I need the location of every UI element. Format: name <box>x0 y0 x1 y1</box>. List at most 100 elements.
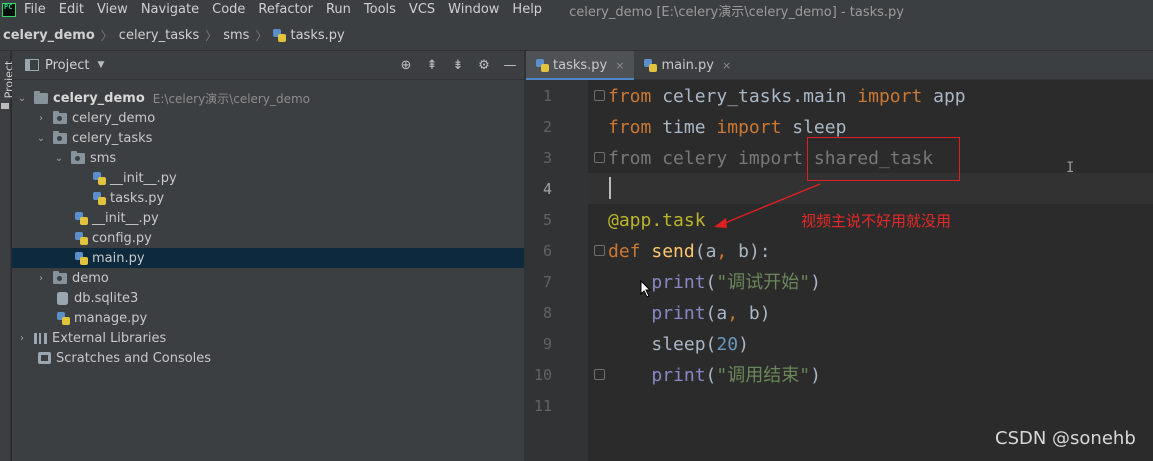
fold-marker-icon[interactable] <box>594 245 605 256</box>
package-folder-icon <box>53 270 67 284</box>
pycharm-logo-icon: PC <box>2 3 16 17</box>
breadcrumb-item-tasks-py[interactable]: tasks.py <box>273 28 345 43</box>
code-token: ) <box>810 272 821 293</box>
breadcrumb-item-celery-tasks[interactable]: celery_tasks <box>119 28 199 43</box>
close-icon[interactable]: × <box>615 59 624 72</box>
fold-marker-icon[interactable] <box>594 369 605 380</box>
menu-navigate[interactable]: Navigate <box>141 0 199 20</box>
code-line: @app.task <box>608 205 706 236</box>
menu-help[interactable]: Help <box>512 0 542 20</box>
code-token: print <box>651 303 706 324</box>
code-token: def <box>608 241 641 262</box>
menu-file[interactable]: File <box>24 0 46 20</box>
text-caret <box>609 177 611 199</box>
chevron-down-icon[interactable]: ⌄ <box>35 133 47 144</box>
code-token: ): <box>748 241 771 262</box>
menu-bar: PC File Edit View Navigate Code Refactor… <box>0 0 1153 20</box>
python-file-icon <box>93 171 106 185</box>
mouse-pointer-icon <box>640 280 652 298</box>
menu-window[interactable]: Window <box>448 0 499 20</box>
tree-item-path: E:\celery演示\celery_demo <box>152 91 310 106</box>
tree-item-label: celery_tasks <box>72 130 153 146</box>
tree-item-sms-init[interactable]: __init__.py <box>12 168 524 188</box>
code-token: ( <box>694 241 706 262</box>
tree-item-manage-py[interactable]: manage.py <box>12 308 524 328</box>
tree-item-demo[interactable]: › demo <box>12 268 524 288</box>
menu-tools[interactable]: Tools <box>364 0 396 20</box>
code-line: print(a, b) <box>608 298 770 329</box>
tree-item-sms[interactable]: ⌄ sms <box>12 148 524 168</box>
chevron-down-icon[interactable]: ▼ <box>97 60 104 70</box>
line-number: 11 <box>533 397 552 415</box>
collapse-all-icon[interactable]: ⇟ <box>450 58 466 73</box>
folder-icon <box>34 90 48 104</box>
code-token: app <box>922 86 966 107</box>
tree-item-label: celery_demo <box>53 90 145 106</box>
code-token: print <box>651 365 706 386</box>
code-token: , <box>727 303 739 324</box>
tree-item-celery-demo-root[interactable]: ⌄ celery_demo E:\celery演示\celery_demo <box>12 88 524 108</box>
chevron-down-icon[interactable]: ⌄ <box>53 153 65 164</box>
tree-item-main-py[interactable]: main.py <box>12 248 524 268</box>
chevron-right-icon[interactable]: › <box>35 113 47 124</box>
tree-item-celery-tasks-init[interactable]: __init__.py <box>12 208 524 228</box>
tree-item-celery-tasks[interactable]: ⌄ celery_tasks <box>12 128 524 148</box>
tab-label: tasks.py <box>553 58 608 73</box>
tree-item-scratches[interactable]: Scratches and Consoles <box>12 348 524 368</box>
expand-all-icon[interactable]: ⇞ <box>424 58 440 73</box>
chevron-right-icon[interactable]: › <box>35 273 47 284</box>
tree-item-config-py[interactable]: config.py <box>12 228 524 248</box>
tree-item-external-libraries[interactable]: › External Libraries <box>12 328 524 348</box>
libraries-icon <box>34 332 47 344</box>
line-number: 2 <box>542 118 552 136</box>
breadcrumb-item-project[interactable]: celery_demo <box>3 28 95 43</box>
close-icon[interactable]: × <box>722 59 731 72</box>
gear-icon[interactable]: ⚙ <box>476 58 492 73</box>
tree-item-db-sqlite3[interactable]: db.sqlite3 <box>12 288 524 308</box>
menu-run[interactable]: Run <box>326 0 351 20</box>
line-number: 4 <box>542 180 552 198</box>
menu-edit[interactable]: Edit <box>59 0 84 20</box>
hide-panel-icon[interactable]: — <box>502 58 518 73</box>
package-folder-icon <box>53 110 67 124</box>
database-file-icon <box>57 291 68 305</box>
tree-item-celery-demo-pkg[interactable]: › celery_demo <box>12 108 524 128</box>
fold-marker-icon[interactable] <box>594 152 605 163</box>
code-token: ( <box>705 365 717 386</box>
code-token: from <box>608 86 652 107</box>
breadcrumb-item-sms[interactable]: sms <box>223 28 249 43</box>
tab-main-py[interactable]: main.py × <box>634 51 741 80</box>
code-token: 20 <box>716 334 739 355</box>
tab-label: main.py <box>661 58 714 73</box>
code-token: "调用结束" <box>716 365 811 386</box>
project-view-icon <box>25 59 39 71</box>
python-file-icon <box>93 191 106 205</box>
python-file-icon <box>273 28 287 42</box>
python-file-icon <box>57 311 70 325</box>
breadcrumb: celery_demo 〉 celery_tasks 〉 sms 〉 tasks… <box>0 20 1153 51</box>
code-token: @app.task <box>608 210 706 231</box>
code-token: ) <box>810 365 821 386</box>
menu-vcs[interactable]: VCS <box>409 0 435 20</box>
code-line: from celery_tasks.main import app <box>608 81 966 112</box>
code-token: "调试开始" <box>716 272 811 293</box>
menu-refactor[interactable]: Refactor <box>258 0 313 20</box>
project-panel-header: Project ▼ ⊕ ⇞ ⇟ ⚙ — <box>12 51 524 80</box>
editor-tab-bar: tasks.py × main.py × <box>526 51 1153 81</box>
code-line: print("调用结束") <box>608 360 821 391</box>
menu-view[interactable]: View <box>97 0 128 20</box>
chevron-down-icon[interactable]: ⌄ <box>16 93 28 104</box>
project-panel-title[interactable]: Project <box>45 58 89 73</box>
menu-code[interactable]: Code <box>212 0 245 20</box>
code-token: ) <box>738 334 749 355</box>
fold-marker-icon[interactable] <box>594 90 605 101</box>
chevron-right-icon[interactable]: › <box>16 333 28 344</box>
annotation-highlight-box <box>807 137 960 181</box>
code-token: time <box>651 117 717 138</box>
locate-file-icon[interactable]: ⊕ <box>398 58 414 73</box>
tab-tasks-py[interactable]: tasks.py × <box>526 51 635 81</box>
tree-item-tasks-py[interactable]: tasks.py <box>12 188 524 208</box>
tree-item-label: db.sqlite3 <box>74 290 139 306</box>
